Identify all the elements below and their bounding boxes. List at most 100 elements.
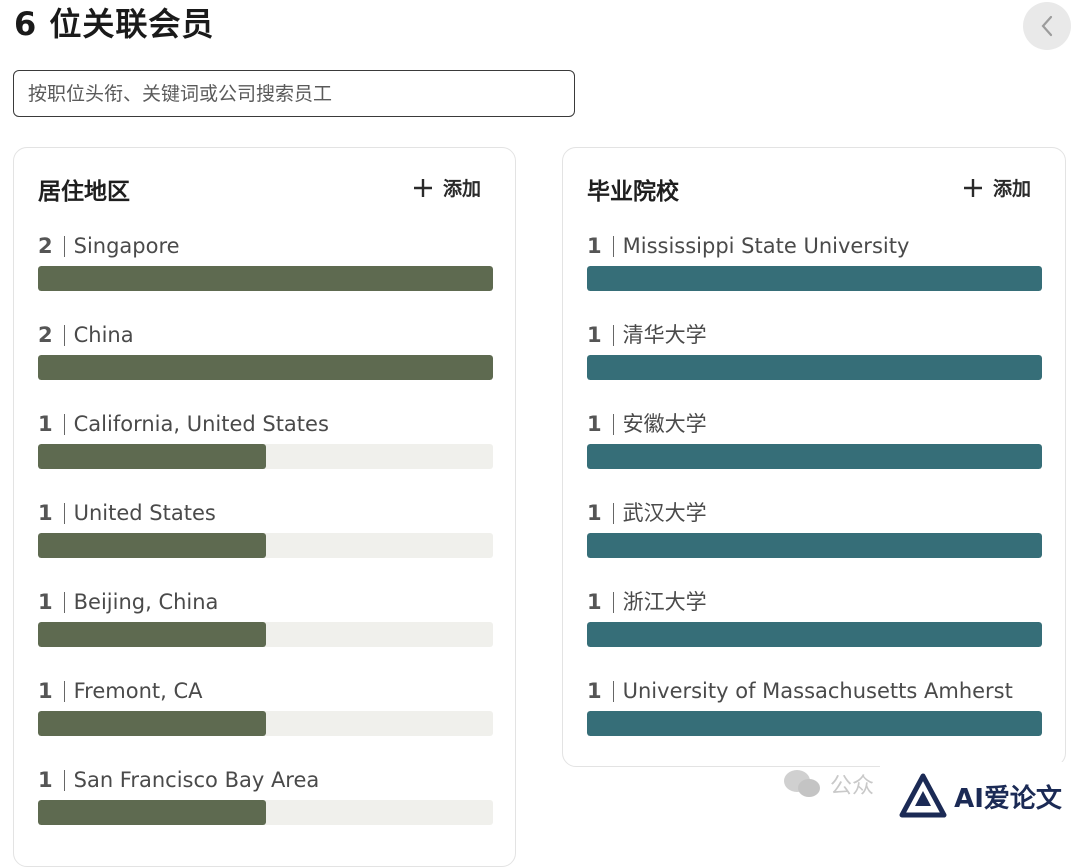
- school-card-title: 毕业院校: [587, 179, 679, 205]
- school-bar-track: [587, 533, 1042, 558]
- ai-logo-icon: [899, 773, 947, 818]
- location-bar-fill: [38, 533, 266, 558]
- school-row-name: University of Massachusetts Amherst: [622, 679, 1013, 703]
- separator: [63, 235, 65, 257]
- separator: [63, 502, 65, 524]
- page-title: 6 位关联会员: [14, 5, 215, 43]
- school-row-count: 1: [587, 590, 602, 614]
- location-row[interactable]: 1 San Francisco Bay Area: [38, 766, 493, 825]
- location-row[interactable]: 2 Singapore: [38, 232, 493, 291]
- location-row-name: Beijing, China: [73, 590, 219, 614]
- separator: [612, 324, 614, 346]
- location-row[interactable]: 1 Beijing, China: [38, 588, 493, 647]
- school-row-name: 浙江大学: [622, 590, 707, 614]
- location-row-label: 1 San Francisco Bay Area: [38, 766, 493, 794]
- school-bar-fill: [587, 444, 1042, 469]
- school-row-name: 武汉大学: [622, 501, 707, 525]
- school-row-label: 1 Mississippi State University: [587, 232, 1042, 260]
- watermark-faded-text: 公众: [830, 774, 875, 799]
- separator: [612, 235, 614, 257]
- add-school-label: 添加: [992, 178, 1031, 200]
- location-card: 居住地区 添加 2 Singapore 2 China 1 California, Uni…: [13, 147, 516, 867]
- school-row[interactable]: 1 University of Massachusetts Amherst: [587, 677, 1042, 736]
- location-row[interactable]: 2 China: [38, 321, 493, 380]
- school-bar-track: [587, 355, 1042, 380]
- location-row-count: 1: [38, 590, 53, 614]
- location-bar-fill: [38, 711, 266, 736]
- location-row-count: 1: [38, 501, 53, 525]
- add-location-label: 添加: [442, 178, 481, 200]
- school-row-label: 1 浙江大学: [587, 588, 1042, 616]
- chevron-left-icon: [1041, 15, 1053, 37]
- location-card-title: 居住地区: [38, 179, 130, 205]
- location-row-count: 2: [38, 234, 53, 258]
- school-row-label: 1 清华大学: [587, 321, 1042, 349]
- watermark-brand: AI爱论文: [954, 783, 1062, 814]
- location-bar-track: [38, 266, 493, 291]
- school-row-name: 安徽大学: [622, 412, 707, 436]
- location-bar-fill: [38, 800, 266, 825]
- separator: [612, 591, 614, 613]
- school-row[interactable]: 1 清华大学: [587, 321, 1042, 380]
- location-row-name: Fremont, CA: [73, 679, 203, 703]
- location-bar-track: [38, 533, 493, 558]
- location-row[interactable]: 1 Fremont, CA: [38, 677, 493, 736]
- separator: [612, 413, 614, 435]
- school-bar-fill: [587, 266, 1042, 291]
- location-bar-track: [38, 444, 493, 469]
- school-bar-track: [587, 622, 1042, 647]
- school-row-name: 清华大学: [622, 323, 707, 347]
- location-bar-fill: [38, 444, 266, 469]
- school-bar-track: [587, 711, 1042, 736]
- location-row[interactable]: 1 California, United States: [38, 410, 493, 469]
- add-location-button[interactable]: 添加: [413, 174, 481, 201]
- school-row[interactable]: 1 浙江大学: [587, 588, 1042, 647]
- school-row-count: 1: [587, 501, 602, 525]
- location-bar-fill: [38, 355, 493, 380]
- school-row-count: 1: [587, 412, 602, 436]
- separator: [63, 769, 65, 791]
- school-bar-track: [587, 266, 1042, 291]
- school-bar-fill: [587, 533, 1042, 558]
- school-bar-fill: [587, 711, 1042, 736]
- school-card: 毕业院校 添加 1 Mississippi State University 1 清华…: [562, 147, 1066, 767]
- school-row-label: 1 武汉大学: [587, 499, 1042, 527]
- location-row-name: United States: [73, 501, 216, 525]
- school-row-label: 1 University of Massachusetts Amherst: [587, 677, 1042, 705]
- collapse-button[interactable]: [1023, 2, 1071, 50]
- location-row-label: 1 Beijing, China: [38, 588, 493, 616]
- location-row-count: 1: [38, 679, 53, 703]
- location-bar-track: [38, 622, 493, 647]
- location-bar-fill: [38, 622, 266, 647]
- add-school-button[interactable]: 添加: [963, 174, 1031, 201]
- school-row[interactable]: 1 武汉大学: [587, 499, 1042, 558]
- location-row-name: Singapore: [73, 234, 180, 258]
- location-row-name: California, United States: [73, 412, 329, 436]
- location-row[interactable]: 1 United States: [38, 499, 493, 558]
- separator: [63, 591, 65, 613]
- location-row-count: 1: [38, 768, 53, 792]
- school-row-count: 1: [587, 679, 602, 703]
- watermark-faded: 公众: [782, 768, 874, 800]
- location-bar-track: [38, 711, 493, 736]
- school-bar-fill: [587, 622, 1042, 647]
- location-row-label: 2 China: [38, 321, 493, 349]
- location-bar-track: [38, 800, 493, 825]
- wechat-icon: [784, 770, 820, 797]
- plus-icon: [413, 178, 432, 197]
- location-row-name: China: [73, 323, 134, 347]
- separator: [612, 502, 614, 524]
- school-row[interactable]: 1 安徽大学: [587, 410, 1042, 469]
- location-row-label: 2 Singapore: [38, 232, 493, 260]
- school-row[interactable]: 1 Mississippi State University: [587, 232, 1042, 291]
- location-row-name: San Francisco Bay Area: [73, 768, 320, 792]
- school-bar-fill: [587, 355, 1042, 380]
- school-row-label: 1 安徽大学: [587, 410, 1042, 438]
- separator: [63, 324, 65, 346]
- location-row-label: 1 California, United States: [38, 410, 493, 438]
- location-row-count: 1: [38, 412, 53, 436]
- location-bar-track: [38, 355, 493, 380]
- search-input[interactable]: [13, 70, 575, 117]
- separator: [612, 680, 614, 702]
- location-row-count: 2: [38, 323, 53, 347]
